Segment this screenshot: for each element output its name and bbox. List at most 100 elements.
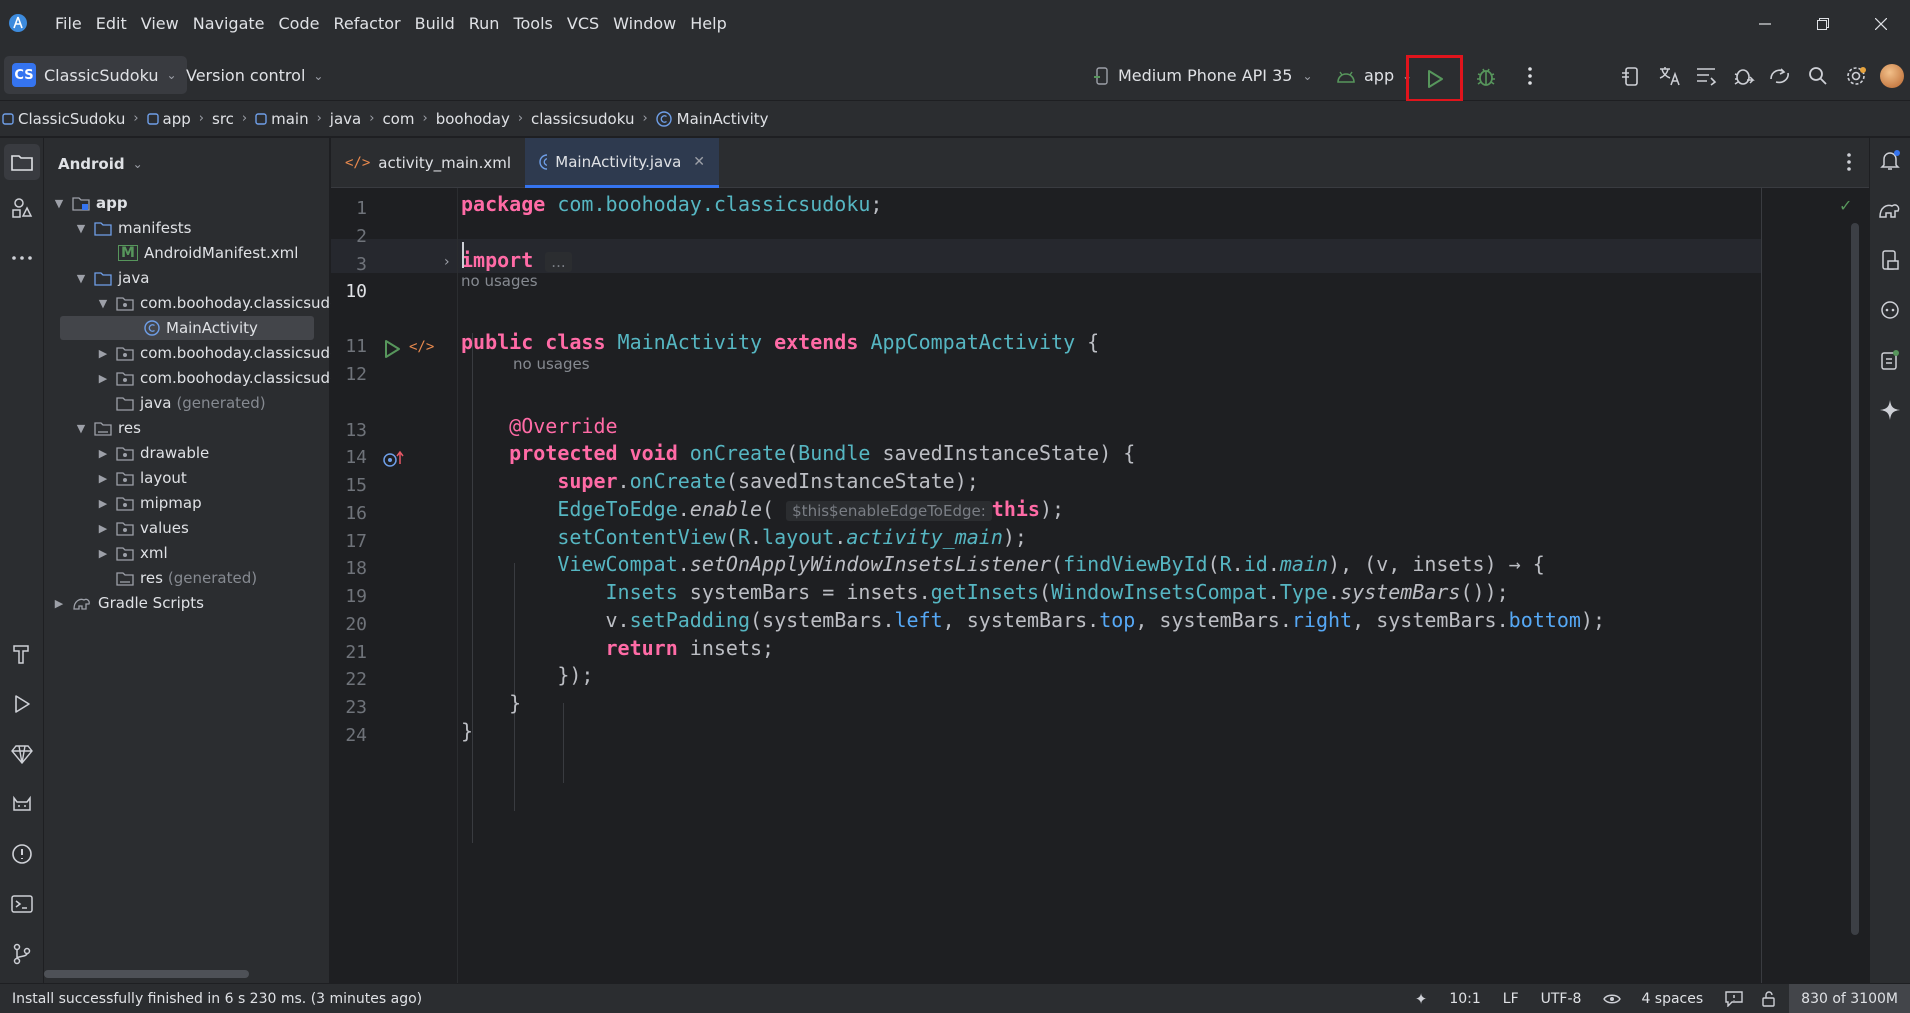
gemini-assistant-button[interactable] [1874,394,1906,426]
tree-item-layout[interactable]: ▶ layout [96,466,187,490]
tree-item-androidmanifest[interactable]: M AndroidManifest.xml [118,241,298,265]
logcat-tool-button[interactable] [6,788,38,820]
code-line-23[interactable]: } [461,691,521,715]
sync-list-button[interactable] [1690,60,1722,92]
menu-code[interactable]: Code [279,14,320,33]
line-separator[interactable]: LF [1503,991,1519,1007]
more-tools-button[interactable] [6,242,38,274]
tab-options-button[interactable] [1847,153,1851,171]
horizontal-scrollbar[interactable] [44,970,249,978]
tree-item-java-generated[interactable]: java (generated) [96,391,266,415]
project-selector[interactable]: CS ClassicSudoku ⌄ [4,56,187,94]
code-line-22[interactable]: }); [461,663,593,687]
tab-activity-main-xml[interactable]: </> activity_main.xml [331,138,525,188]
run-button[interactable] [1406,55,1463,102]
tree-item-gradle-scripts[interactable]: ▶ Gradle Scripts [52,591,204,615]
menu-navigate[interactable]: Navigate [193,14,265,33]
device-manager-button[interactable] [1616,60,1648,92]
usage-hint[interactable]: no usages [461,272,538,290]
settings-button[interactable] [1840,60,1872,92]
code-line-21[interactable]: return insets; [461,636,775,660]
code-line-24[interactable]: } [461,719,473,743]
breadcrumb-java[interactable]: java [330,110,361,128]
breadcrumb-app[interactable]: app [146,110,191,128]
breadcrumb-mainactivity[interactable]: MainActivity [655,110,769,128]
tab-mainactivity-java[interactable]: MainActivity.java ✕ [525,138,719,188]
build-tool-button[interactable] [6,638,38,670]
code-line-19[interactable]: Insets systemBars = insets.getInsets(Win… [461,580,1509,604]
debug-button[interactable] [1470,60,1502,92]
avatar[interactable] [1880,64,1904,88]
code-line-11[interactable]: public class MainActivity extends AppCom… [461,330,1099,354]
tree-item-manifests[interactable]: ▼ manifests [74,216,192,240]
tree-item-xml[interactable]: ▶ xml [96,541,168,565]
import-fold[interactable]: ... [545,252,572,272]
project-tool-button[interactable] [4,144,40,180]
app-inspection-button[interactable] [1764,60,1796,92]
sparkle-icon[interactable]: ✦ [1415,990,1428,1008]
menu-file[interactable]: File [55,14,82,33]
breadcrumb-classicsudoku[interactable]: classicsudoku [531,110,634,128]
breadcrumb-boohoday[interactable]: boohoday [436,110,510,128]
file-encoding[interactable]: UTF-8 [1541,991,1582,1007]
tree-item-res[interactable]: ▼ res [74,416,141,440]
restore-button[interactable] [1794,0,1852,48]
run-config-selector[interactable]: app ⌄ [1336,66,1412,85]
run-tool-button[interactable] [6,688,38,720]
problems-tool-button[interactable] [6,838,38,870]
emulator-button[interactable] [1874,294,1906,326]
gradle-tool-button[interactable] [1874,194,1906,226]
run-gutter-icon[interactable] [383,339,401,359]
tree-item-package-test[interactable]: ▶ com.boohoday.classicsudok [96,366,348,390]
tree-item-app[interactable]: ▼ app [52,191,128,215]
usage-hint[interactable]: no usages [513,355,590,373]
breadcrumb-com[interactable]: com [382,110,414,128]
code-line-16[interactable]: EdgeToEdge.enable( $this$enableEdgeToEdg… [461,497,1064,521]
close-tab-icon[interactable]: ✕ [693,154,705,170]
tree-item-drawable[interactable]: ▶ drawable [96,441,210,465]
indent-setting[interactable]: 4 spaces [1641,991,1703,1007]
menu-window[interactable]: Window [613,14,676,33]
breadcrumb-main[interactable]: main [255,110,309,128]
translate-button[interactable] [1654,60,1686,92]
breadcrumb-project[interactable]: ClassicSudoku [2,110,125,128]
more-actions-button[interactable] [1514,60,1546,92]
tree-item-values[interactable]: ▶ values [96,516,189,540]
menu-view[interactable]: View [141,14,179,33]
caret-position[interactable]: 10:1 [1449,991,1480,1007]
vertical-scrollbar[interactable] [1851,223,1859,935]
menu-tools[interactable]: Tools [513,14,552,33]
tree-item-package-androidtest[interactable]: ▶ com.boohoday.classicsudok [96,341,348,365]
tree-item-mainactivity[interactable]: MainActivity [144,316,258,340]
status-message[interactable]: Install successfully finished in 6 s 230… [12,991,422,1007]
code-line-17[interactable]: setContentView(R.layout.activity_main); [461,525,1027,549]
attach-debugger-button[interactable] [1728,60,1760,92]
tree-item-res-generated[interactable]: res (generated) [96,566,257,590]
version-control-selector[interactable]: Version control ⌄ [186,66,323,85]
gemini-tool-button[interactable] [6,738,38,770]
running-devices-button[interactable] [1874,344,1906,376]
code-line-14[interactable]: protected void onCreate(Bundle savedInst… [461,441,1135,465]
inspection-ok-icon[interactable]: ✓ [1839,196,1852,215]
project-view-selector[interactable]: Android ⌄ [58,155,143,173]
minimize-button[interactable] [1736,0,1794,48]
menu-build[interactable]: Build [415,14,455,33]
code-line-13[interactable]: @Override [461,414,617,438]
device-file-explorer-button[interactable] [1874,244,1906,276]
menu-vcs[interactable]: VCS [567,14,599,33]
code-line-3[interactable]: import ... [461,248,572,272]
tree-item-package-main[interactable]: ▼ com.boohoday.classicsudok [96,291,348,315]
menu-refactor[interactable]: Refactor [333,14,400,33]
code-line-1[interactable]: package com.boohoday.classicsudoku; [461,192,882,216]
close-window-button[interactable] [1852,0,1910,48]
fold-expand-icon[interactable]: › [444,254,450,270]
notifications-button[interactable] [1874,144,1906,176]
code-line-18[interactable]: ViewCompat.setOnApplyWindowInsetsListene… [461,552,1544,576]
comment-icon[interactable] [1725,990,1743,1007]
xml-layout-gutter-icon[interactable]: </> [409,339,434,355]
breadcrumb-src[interactable]: src [212,110,234,128]
search-button[interactable] [1802,60,1834,92]
memory-indicator[interactable]: 830 of 3100M [1789,984,1910,1013]
code-line-20[interactable]: v.setPadding(systemBars.left, systemBars… [461,608,1605,632]
tree-item-java[interactable]: ▼ java [74,266,150,290]
